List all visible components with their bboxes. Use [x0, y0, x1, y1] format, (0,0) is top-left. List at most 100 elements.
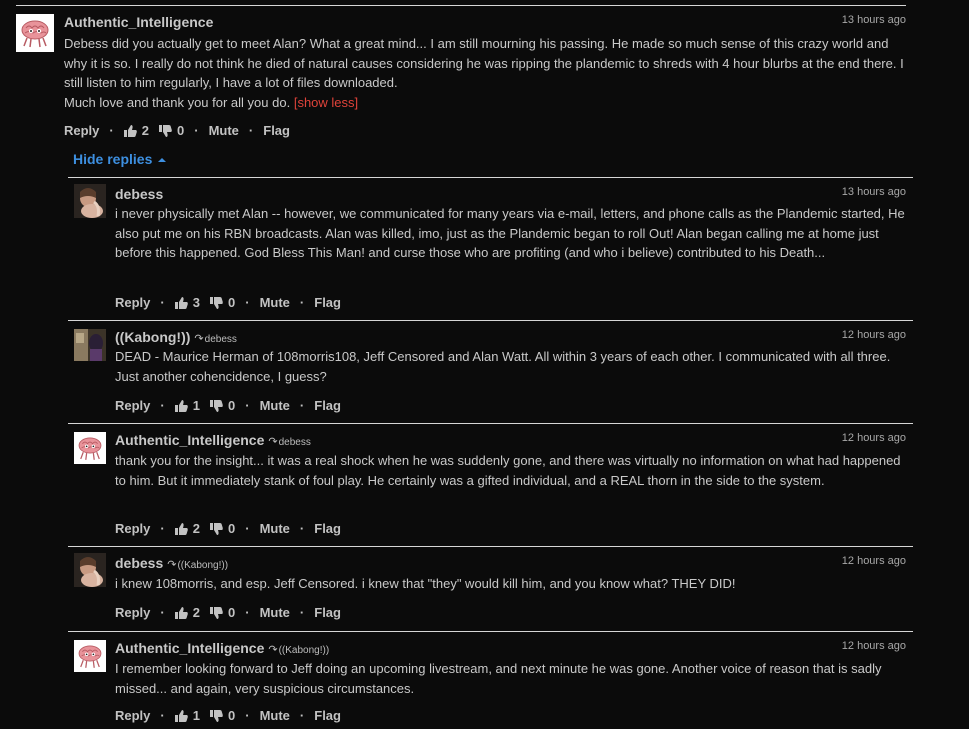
- separator: ·: [299, 708, 305, 723]
- mute-button[interactable]: Mute: [260, 708, 290, 723]
- separator: ·: [160, 605, 165, 620]
- reply-to-link[interactable]: ↷((Kabong!)): [268, 644, 329, 656]
- downvote-button[interactable]: 0: [209, 605, 235, 620]
- flag-button[interactable]: Flag: [314, 295, 341, 310]
- upvote-button[interactable]: 2: [174, 605, 200, 620]
- reply-to-name: debess: [204, 334, 237, 345]
- comment-body: i knew 108morris, and esp. Jeff Censored…: [115, 576, 736, 591]
- comment-author[interactable]: Authentic_Intelligence ↷((Kabong!)): [115, 640, 329, 656]
- avatar[interactable]: [74, 553, 106, 587]
- upvote-count: 3: [192, 295, 200, 310]
- reply-comment: ((Kabong!)) ↷debess 12 hours ago DEAD - M…: [68, 320, 913, 423]
- reply-comment: Authentic_Intelligence ↷debess 12 hours a…: [68, 423, 913, 546]
- thumbs-down-icon: [209, 296, 223, 309]
- flag-button[interactable]: Flag: [263, 123, 290, 138]
- thumbs-up-icon: [174, 399, 188, 412]
- comment-timestamp[interactable]: 12 hours ago: [842, 432, 906, 444]
- avatar[interactable]: [74, 432, 106, 464]
- comment-author[interactable]: Authentic_Intelligence ↷debess: [115, 432, 311, 448]
- photo-icon: [74, 553, 106, 587]
- comment-body: thank you for the insight... it was a re…: [115, 453, 901, 488]
- comment: Authentic_Intelligence 13 hours ago Debe…: [16, 5, 906, 146]
- separator: ·: [299, 398, 305, 413]
- show-less-link[interactable]: [show less]: [294, 95, 358, 110]
- reply-to-name: ((Kabong!)): [177, 560, 229, 571]
- mute-button[interactable]: Mute: [260, 605, 290, 620]
- thumbs-up-icon: [174, 296, 188, 309]
- upvote-count: 2: [192, 605, 200, 620]
- comment-actions: Reply · 1 0 · Mute · Flag: [115, 398, 341, 413]
- comment-author[interactable]: Authentic_Intelligence: [64, 14, 213, 30]
- reply-arrow-icon: ↷: [268, 436, 278, 448]
- reply-comment: debess ↷((Kabong!)) 12 hours ago i knew 1…: [68, 546, 913, 631]
- comment-timestamp[interactable]: 13 hours ago: [842, 14, 906, 26]
- downvote-button[interactable]: 0: [209, 295, 235, 310]
- thumbs-down-icon: [158, 124, 172, 137]
- author-name: Authentic_Intelligence: [115, 432, 265, 448]
- reply-button[interactable]: Reply: [115, 708, 150, 723]
- comment-timestamp[interactable]: 12 hours ago: [842, 329, 906, 341]
- flag-button[interactable]: Flag: [314, 605, 341, 620]
- comment-text: Much love and thank you for all you do.: [64, 94, 291, 110]
- downvote-count: 0: [227, 708, 236, 723]
- avatar[interactable]: [16, 14, 54, 52]
- separator: ·: [160, 521, 165, 536]
- reply-button[interactable]: Reply: [115, 398, 150, 413]
- thumbs-up-icon: [174, 606, 188, 619]
- separator: ·: [245, 521, 250, 536]
- mute-button[interactable]: Mute: [209, 123, 239, 138]
- reply-to-link[interactable]: ↷((Kabong!)): [167, 559, 229, 571]
- flag-button[interactable]: Flag: [314, 521, 341, 536]
- hide-replies-toggle[interactable]: Hide replies: [73, 151, 167, 167]
- downvote-button[interactable]: 0: [158, 123, 184, 138]
- avatar[interactable]: [74, 184, 106, 218]
- upvote-count: 1: [192, 708, 200, 723]
- upvote-count: 2: [141, 123, 149, 138]
- author-name: Authentic_Intelligence: [115, 640, 265, 656]
- comment-actions: Reply · 3 0 · Mute · Flag: [115, 295, 341, 310]
- thumbs-up-icon: [123, 124, 137, 137]
- mute-button[interactable]: Mute: [260, 521, 290, 536]
- separator: ·: [160, 398, 165, 413]
- mute-button[interactable]: Mute: [260, 398, 290, 413]
- flag-button[interactable]: Flag: [314, 708, 341, 723]
- reply-to-link[interactable]: ↷debess: [194, 333, 237, 345]
- photo-icon: [74, 184, 106, 218]
- downvote-button[interactable]: 0: [209, 521, 236, 536]
- upvote-button[interactable]: 2: [123, 123, 149, 138]
- comment-timestamp[interactable]: 12 hours ago: [842, 640, 906, 652]
- separator: ·: [245, 295, 250, 310]
- upvote-button[interactable]: 1: [174, 398, 200, 413]
- kabong-icon: [74, 329, 106, 361]
- comment-text: Debess did you actually get to meet Alan…: [64, 36, 904, 90]
- comment-author[interactable]: ((Kabong!)) ↷debess: [115, 329, 237, 345]
- reply-button[interactable]: Reply: [115, 605, 150, 620]
- comment-body: I remember looking forward to Jeff doing…: [115, 661, 882, 696]
- reply-button[interactable]: Reply: [115, 295, 150, 310]
- comment-timestamp[interactable]: 13 hours ago: [842, 186, 906, 198]
- upvote-button[interactable]: 2: [174, 521, 200, 536]
- separator: ·: [160, 295, 165, 310]
- comment-timestamp[interactable]: 12 hours ago: [842, 555, 906, 567]
- brain-icon: [74, 432, 106, 464]
- downvote-button[interactable]: 0: [209, 708, 236, 723]
- comment-actions: Reply · 2 0 · Mute · Flag: [115, 521, 341, 536]
- mute-button[interactable]: Mute: [260, 295, 290, 310]
- thumbs-down-icon: [209, 399, 223, 412]
- brain-icon: [16, 14, 54, 52]
- reply-button[interactable]: Reply: [115, 521, 150, 536]
- avatar[interactable]: [74, 640, 106, 672]
- upvote-button[interactable]: 1: [174, 708, 200, 723]
- downvote-button[interactable]: 0: [209, 398, 235, 413]
- reply-to-link[interactable]: ↷debess: [268, 436, 310, 448]
- comment-actions: Reply · 2 0 · Mute · Flag: [64, 123, 290, 138]
- downvote-count: 0: [227, 521, 236, 536]
- avatar[interactable]: [74, 329, 106, 361]
- reply-button[interactable]: Reply: [64, 123, 99, 138]
- comment-author[interactable]: debess ↷((Kabong!)): [115, 555, 228, 571]
- upvote-button[interactable]: 3: [174, 295, 200, 310]
- flag-button[interactable]: Flag: [314, 398, 341, 413]
- comment-author[interactable]: debess: [115, 186, 163, 202]
- upvote-count: 1: [192, 398, 200, 413]
- reply-arrow-icon: ↷: [194, 333, 204, 345]
